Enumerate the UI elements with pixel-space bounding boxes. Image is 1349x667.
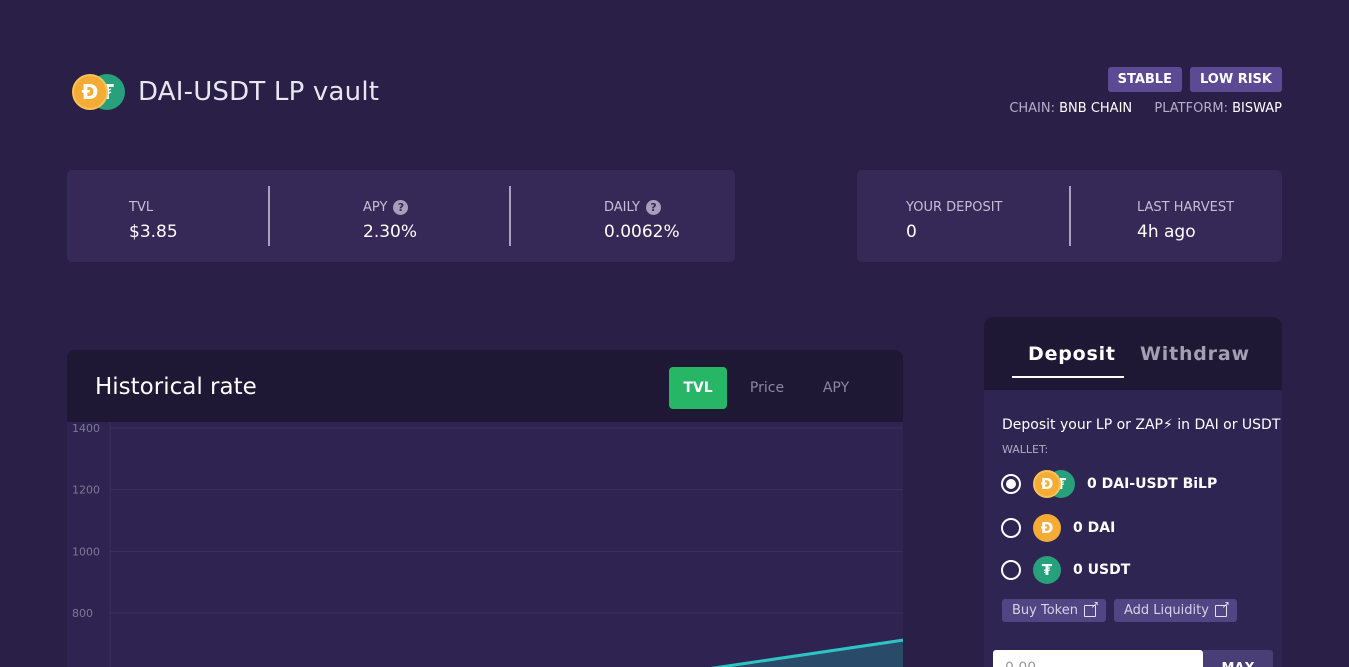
tvl-stat: TVL $3.85	[129, 186, 268, 246]
tab-price[interactable]: Price	[738, 367, 796, 409]
pair-icons: Đ ₮	[72, 73, 126, 111]
pair-icons: Đ ₮	[1033, 470, 1075, 498]
radio-dai[interactable]	[1001, 518, 1021, 538]
y-tick-label: 1200	[72, 484, 100, 497]
tab-apy[interactable]: APY	[807, 367, 865, 409]
last-harvest-label: LAST HARVEST	[1137, 200, 1235, 215]
chain-label: CHAIN:	[1009, 101, 1055, 116]
deposit-description: Deposit your LP or ZAP⚡ in DAI or USDT	[1002, 417, 1281, 433]
option-usdt[interactable]: ₮ 0 USDT	[1001, 556, 1130, 584]
wallet-label: WALLET:	[1002, 443, 1049, 456]
token-links: Buy Token Add Liquidity	[1002, 599, 1237, 622]
buy-token-button[interactable]: Buy Token	[1002, 599, 1106, 622]
apy-stat: APY? 2.30%	[363, 186, 509, 246]
chain-value: BNB CHAIN	[1059, 101, 1133, 116]
y-tick-label: 1400	[72, 422, 100, 435]
question-icon[interactable]: ?	[393, 200, 409, 215]
add-liquidity-button[interactable]: Add Liquidity	[1113, 599, 1237, 622]
divider	[268, 186, 270, 246]
daily-label: DAILY	[604, 200, 640, 215]
active-tab-indicator	[1012, 376, 1124, 378]
tab-deposit[interactable]: Deposit	[1028, 343, 1116, 365]
tab-tvl[interactable]: TVL	[669, 367, 727, 409]
external-link-icon	[1083, 600, 1099, 617]
tvl-chart[interactable]: 800 1000 1200 1400	[67, 422, 903, 667]
apy-label: APY	[363, 200, 388, 215]
tvl-label: TVL	[129, 200, 154, 215]
vault-stats-card: TVL $3.85 APY? 2.30% DAILY? 0.0062%	[67, 170, 735, 262]
divider	[1069, 186, 1071, 246]
deposit-amount-input[interactable]	[993, 650, 1203, 667]
last-harvest-stat: LAST HARVEST 4h ago	[1137, 186, 1257, 246]
radio-lp-token[interactable]	[1001, 474, 1021, 494]
max-button[interactable]: MAX	[1203, 650, 1273, 667]
stable-badge: STABLE	[1107, 67, 1182, 92]
chart-background	[67, 422, 903, 667]
last-harvest-value: 4h ago	[1137, 222, 1196, 242]
dai-balance: 0 DAI	[1073, 520, 1116, 536]
tab-withdraw[interactable]: Withdraw	[1140, 343, 1250, 365]
external-link-icon	[1214, 600, 1230, 617]
daily-stat: DAILY? 0.0062%	[604, 186, 724, 246]
usdt-coin-icon: ₮	[1033, 556, 1061, 584]
vault-meta: CHAIN: BNB CHAIN PLATFORM: BISWAP	[1009, 101, 1282, 116]
historical-rate-card: Historical rate TVL Price APY 800 1000 120…	[67, 350, 903, 667]
user-stats-card: YOUR DEPOSIT 0 LAST HARVEST 4h ago	[857, 170, 1282, 262]
vault-header: Đ ₮ DAI-USDT LP vault	[72, 73, 379, 111]
y-tick-label: 1000	[72, 545, 100, 558]
radio-usdt[interactable]	[1001, 560, 1021, 580]
option-dai[interactable]: Đ 0 DAI	[1001, 514, 1115, 542]
y-tick-label: 800	[72, 607, 93, 620]
question-icon[interactable]: ?	[645, 200, 661, 215]
chart-tabs: TVL Price APY	[669, 367, 876, 409]
platform-label: PLATFORM:	[1154, 101, 1228, 116]
your-deposit-label: YOUR DEPOSIT	[906, 200, 1003, 215]
deposit-withdraw-card: Deposit Withdraw Deposit your LP or ZAP⚡…	[984, 317, 1282, 667]
platform-value: BISWAP	[1232, 101, 1282, 116]
lp-token-balance: 0 DAI-USDT BiLP	[1087, 476, 1218, 492]
chart-title: Historical rate	[95, 374, 257, 400]
page-title: DAI-USDT LP vault	[138, 77, 380, 107]
dai-coin-icon: Đ	[72, 74, 108, 110]
usdt-balance: 0 USDT	[1073, 562, 1131, 578]
vault-badges: STABLE LOW RISK	[1107, 67, 1282, 92]
add-liquidity-label: Add Liquidity	[1123, 603, 1209, 618]
deposit-tabs: Deposit Withdraw	[984, 317, 1282, 390]
your-deposit-stat: YOUR DEPOSIT 0	[906, 186, 1069, 246]
tvl-value: $3.85	[129, 222, 178, 242]
dai-coin-icon: Đ	[1033, 470, 1061, 498]
chart-header: Historical rate TVL Price APY	[67, 350, 903, 422]
apy-value: 2.30%	[363, 222, 418, 242]
divider	[509, 186, 511, 246]
option-lp-token[interactable]: Đ ₮ 0 DAI-USDT BiLP	[1001, 470, 1217, 498]
buy-token-label: Buy Token	[1012, 603, 1078, 618]
dai-coin-icon: Đ	[1033, 514, 1061, 542]
your-deposit-value: 0	[906, 222, 917, 242]
low-risk-badge: LOW RISK	[1189, 67, 1282, 92]
daily-value: 0.0062%	[604, 222, 680, 242]
